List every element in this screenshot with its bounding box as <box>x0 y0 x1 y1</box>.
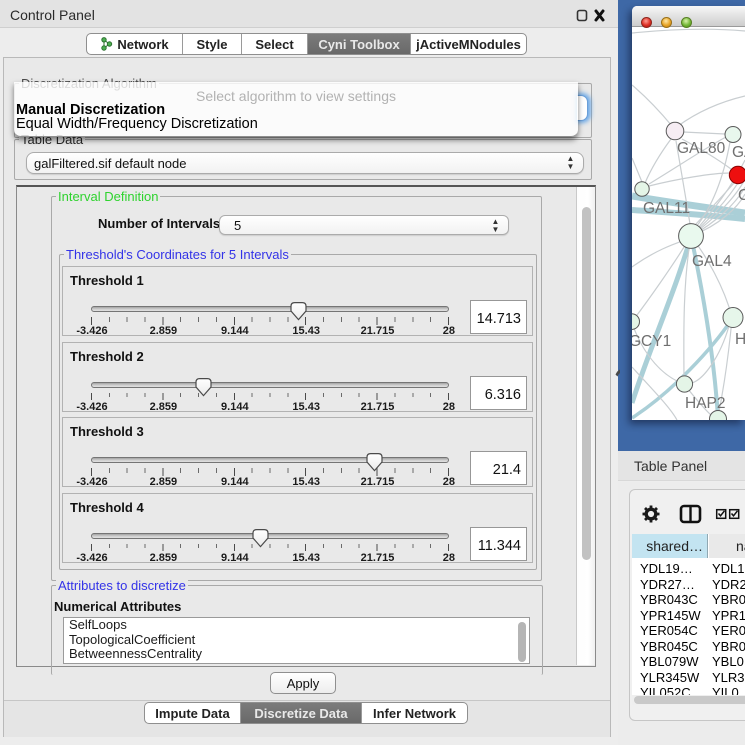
svg-text:GA: GA <box>732 144 745 161</box>
svg-text:GAL80: GAL80 <box>677 140 726 157</box>
svg-text:GAL4: GAL4 <box>692 253 732 270</box>
svg-text:HI: HI <box>735 331 745 348</box>
svg-text:CY: CY <box>738 187 745 204</box>
svg-text:GAL11: GAL11 <box>643 200 690 217</box>
svg-text:GCY1: GCY1 <box>632 333 671 350</box>
svg-text:HAP2: HAP2 <box>685 395 726 412</box>
